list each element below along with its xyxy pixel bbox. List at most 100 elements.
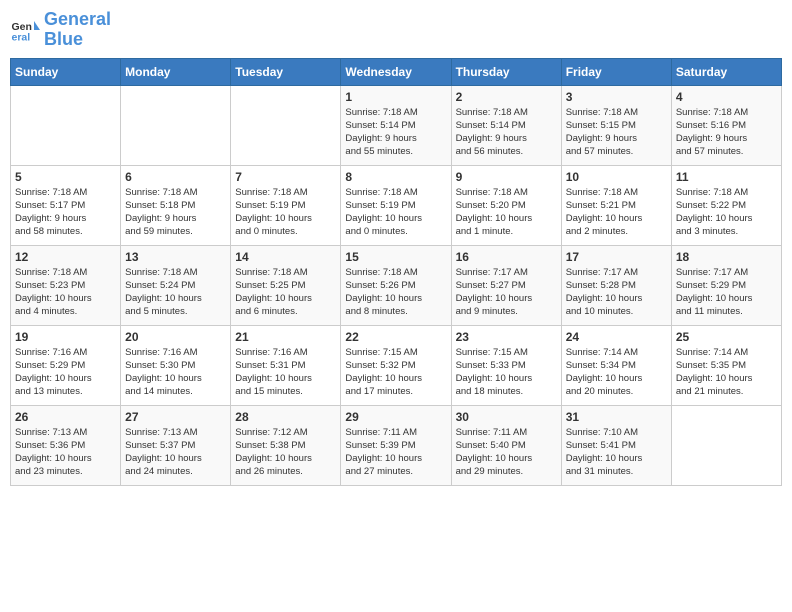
day-number: 3	[566, 90, 667, 104]
calendar-cell: 15 Sunrise: 7:18 AM Sunset: 5:26 PM Dayli…	[341, 245, 451, 325]
day-number: 20	[125, 330, 226, 344]
calendar-cell: 6 Sunrise: 7:18 AM Sunset: 5:18 PM Daylig…	[121, 165, 231, 245]
day-number: 14	[235, 250, 336, 264]
weekday-header-thursday: Thursday	[451, 58, 561, 85]
day-number: 29	[345, 410, 446, 424]
calendar-cell: 20Sunrise: 7:16 AM Sunset: 5:30 PM Dayli…	[121, 325, 231, 405]
day-number: 19	[15, 330, 116, 344]
svg-text:eral: eral	[12, 31, 31, 43]
calendar-cell: 12 Sunrise: 7:18 AM Sunset: 5:23 PM Dayli…	[11, 245, 121, 325]
day-detail: Sunrise: 7:16 AM Sunset: 5:31 PM Dayligh…	[235, 346, 336, 399]
day-detail: Sunrise: 7:17 AM Sunset: 5:27 PM Dayligh…	[456, 266, 557, 319]
calendar-cell: 14 Sunrise: 7:18 AM Sunset: 5:25 PM Dayli…	[231, 245, 341, 325]
day-detail: Sunrise: 7:14 AM Sunset: 5:35 PM Dayligh…	[676, 346, 777, 399]
day-detail: Sunrise: 7:18 AM Sunset: 5:25 PM Dayligh…	[235, 266, 336, 319]
logo: Gen eral GeneralBlue	[10, 10, 111, 50]
day-number: 21	[235, 330, 336, 344]
calendar-cell: 16Sunrise: 7:17 AM Sunset: 5:27 PM Dayli…	[451, 245, 561, 325]
calendar-cell: 29Sunrise: 7:11 AM Sunset: 5:39 PM Dayli…	[341, 405, 451, 485]
calendar-table: SundayMondayTuesdayWednesdayThursdayFrid…	[10, 58, 782, 486]
calendar-week-row: 1 Sunrise: 7:18 AM Sunset: 5:14 PM Daylig…	[11, 85, 782, 165]
day-detail: Sunrise: 7:18 AM Sunset: 5:21 PM Dayligh…	[566, 186, 667, 239]
day-detail: Sunrise: 7:18 AM Sunset: 5:16 PM Dayligh…	[676, 106, 777, 159]
day-number: 23	[456, 330, 557, 344]
calendar-cell: 11 Sunrise: 7:18 AM Sunset: 5:22 PM Dayli…	[671, 165, 781, 245]
page-header: Gen eral GeneralBlue	[10, 10, 782, 50]
calendar-cell: 3 Sunrise: 7:18 AM Sunset: 5:15 PM Daylig…	[561, 85, 671, 165]
day-number: 1	[345, 90, 446, 104]
day-detail: Sunrise: 7:17 AM Sunset: 5:29 PM Dayligh…	[676, 266, 777, 319]
day-number: 26	[15, 410, 116, 424]
calendar-cell: 5Sunrise: 7:18 AM Sunset: 5:17 PM Daylig…	[11, 165, 121, 245]
weekday-header-sunday: Sunday	[11, 58, 121, 85]
day-detail: Sunrise: 7:13 AM Sunset: 5:36 PM Dayligh…	[15, 426, 116, 479]
calendar-cell: 2 Sunrise: 7:18 AM Sunset: 5:14 PM Daylig…	[451, 85, 561, 165]
calendar-cell	[671, 405, 781, 485]
day-number: 8	[345, 170, 446, 184]
weekday-header-friday: Friday	[561, 58, 671, 85]
calendar-cell: 17 Sunrise: 7:17 AM Sunset: 5:28 PM Dayli…	[561, 245, 671, 325]
calendar-cell: 28 Sunrise: 7:12 AM Sunset: 5:38 PM Dayli…	[231, 405, 341, 485]
calendar-week-row: 12 Sunrise: 7:18 AM Sunset: 5:23 PM Dayli…	[11, 245, 782, 325]
calendar-cell: 21 Sunrise: 7:16 AM Sunset: 5:31 PM Dayli…	[231, 325, 341, 405]
day-detail: Sunrise: 7:18 AM Sunset: 5:14 PM Dayligh…	[456, 106, 557, 159]
day-detail: Sunrise: 7:18 AM Sunset: 5:26 PM Dayligh…	[345, 266, 446, 319]
day-detail: Sunrise: 7:11 AM Sunset: 5:40 PM Dayligh…	[456, 426, 557, 479]
day-detail: Sunrise: 7:18 AM Sunset: 5:19 PM Dayligh…	[345, 186, 446, 239]
day-detail: Sunrise: 7:18 AM Sunset: 5:19 PM Dayligh…	[235, 186, 336, 239]
logo-text: GeneralBlue	[44, 10, 111, 50]
day-number: 27	[125, 410, 226, 424]
day-number: 4	[676, 90, 777, 104]
day-detail: Sunrise: 7:12 AM Sunset: 5:38 PM Dayligh…	[235, 426, 336, 479]
day-detail: Sunrise: 7:18 AM Sunset: 5:23 PM Dayligh…	[15, 266, 116, 319]
calendar-cell: 4 Sunrise: 7:18 AM Sunset: 5:16 PM Daylig…	[671, 85, 781, 165]
calendar-cell: 8 Sunrise: 7:18 AM Sunset: 5:19 PM Daylig…	[341, 165, 451, 245]
day-number: 5	[15, 170, 116, 184]
day-detail: Sunrise: 7:18 AM Sunset: 5:22 PM Dayligh…	[676, 186, 777, 239]
day-number: 9	[456, 170, 557, 184]
calendar-cell	[121, 85, 231, 165]
calendar-cell: 31 Sunrise: 7:10 AM Sunset: 5:41 PM Dayli…	[561, 405, 671, 485]
day-number: 11	[676, 170, 777, 184]
calendar-cell: 9 Sunrise: 7:18 AM Sunset: 5:20 PM Daylig…	[451, 165, 561, 245]
calendar-cell: 7 Sunrise: 7:18 AM Sunset: 5:19 PM Daylig…	[231, 165, 341, 245]
calendar-cell	[231, 85, 341, 165]
calendar-cell: 22Sunrise: 7:15 AM Sunset: 5:32 PM Dayli…	[341, 325, 451, 405]
day-number: 17	[566, 250, 667, 264]
day-detail: Sunrise: 7:18 AM Sunset: 5:24 PM Dayligh…	[125, 266, 226, 319]
day-detail: Sunrise: 7:16 AM Sunset: 5:29 PM Dayligh…	[15, 346, 116, 399]
day-detail: Sunrise: 7:14 AM Sunset: 5:34 PM Dayligh…	[566, 346, 667, 399]
logo-icon: Gen eral	[10, 15, 40, 45]
day-number: 25	[676, 330, 777, 344]
calendar-cell: 30 Sunrise: 7:11 AM Sunset: 5:40 PM Dayli…	[451, 405, 561, 485]
calendar-cell: 19 Sunrise: 7:16 AM Sunset: 5:29 PM Dayli…	[11, 325, 121, 405]
day-detail: Sunrise: 7:13 AM Sunset: 5:37 PM Dayligh…	[125, 426, 226, 479]
day-number: 28	[235, 410, 336, 424]
calendar-cell: 23Sunrise: 7:15 AM Sunset: 5:33 PM Dayli…	[451, 325, 561, 405]
day-detail: Sunrise: 7:17 AM Sunset: 5:28 PM Dayligh…	[566, 266, 667, 319]
day-detail: Sunrise: 7:10 AM Sunset: 5:41 PM Dayligh…	[566, 426, 667, 479]
calendar-week-row: 26 Sunrise: 7:13 AM Sunset: 5:36 PM Dayli…	[11, 405, 782, 485]
weekday-header-monday: Monday	[121, 58, 231, 85]
calendar-cell: 24 Sunrise: 7:14 AM Sunset: 5:34 PM Dayli…	[561, 325, 671, 405]
calendar-cell: 10Sunrise: 7:18 AM Sunset: 5:21 PM Dayli…	[561, 165, 671, 245]
day-number: 6	[125, 170, 226, 184]
day-number: 18	[676, 250, 777, 264]
day-number: 30	[456, 410, 557, 424]
day-number: 2	[456, 90, 557, 104]
calendar-week-row: 5Sunrise: 7:18 AM Sunset: 5:17 PM Daylig…	[11, 165, 782, 245]
day-detail: Sunrise: 7:18 AM Sunset: 5:18 PM Dayligh…	[125, 186, 226, 239]
calendar-cell: 25 Sunrise: 7:14 AM Sunset: 5:35 PM Dayli…	[671, 325, 781, 405]
weekday-header-row: SundayMondayTuesdayWednesdayThursdayFrid…	[11, 58, 782, 85]
day-number: 24	[566, 330, 667, 344]
calendar-cell: 1 Sunrise: 7:18 AM Sunset: 5:14 PM Daylig…	[341, 85, 451, 165]
day-detail: Sunrise: 7:18 AM Sunset: 5:14 PM Dayligh…	[345, 106, 446, 159]
day-detail: Sunrise: 7:18 AM Sunset: 5:20 PM Dayligh…	[456, 186, 557, 239]
day-number: 12	[15, 250, 116, 264]
day-number: 13	[125, 250, 226, 264]
day-detail: Sunrise: 7:18 AM Sunset: 5:15 PM Dayligh…	[566, 106, 667, 159]
day-number: 31	[566, 410, 667, 424]
day-number: 7	[235, 170, 336, 184]
day-number: 15	[345, 250, 446, 264]
weekday-header-saturday: Saturday	[671, 58, 781, 85]
